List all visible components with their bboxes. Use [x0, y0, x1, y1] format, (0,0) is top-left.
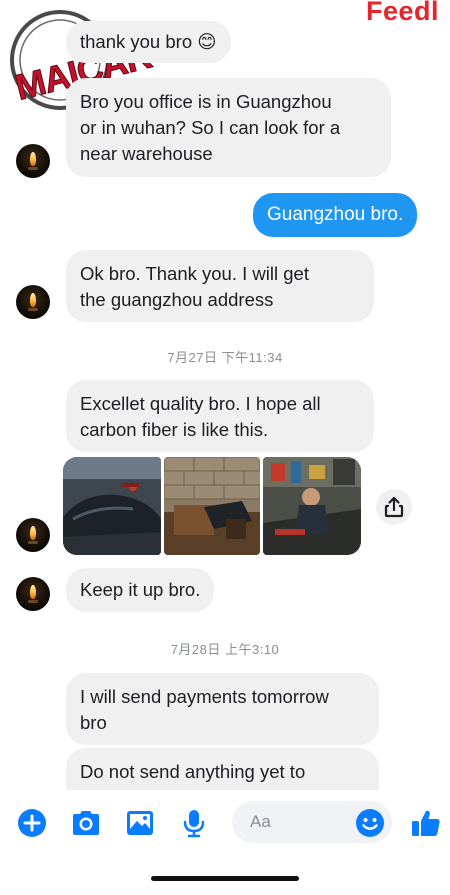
message-input-placeholder: Aa	[250, 812, 271, 831]
emoji-icon	[356, 809, 384, 837]
attached-photo[interactable]	[164, 457, 260, 555]
candle-flame-icon	[30, 526, 36, 540]
emoji-button[interactable]	[354, 807, 386, 839]
incoming-message[interactable]: Ok bro. Thank you. I will get the guangz…	[66, 250, 374, 322]
message-line: carbon fiber is like this.	[80, 419, 269, 440]
incoming-message[interactable]: thank you bro 😊	[66, 21, 231, 63]
message-line: Ok bro. Thank you. I will get	[80, 263, 309, 284]
incoming-message[interactable]: Keep it up bro.	[66, 568, 215, 612]
chat-thread[interactable]: MAICAR TUNING Feedl thank you bro 😊 Bro …	[0, 0, 450, 790]
message-text: Keep it up bro.	[80, 579, 201, 600]
message-text: thank you bro 😊	[80, 31, 217, 52]
attached-photo[interactable]	[263, 457, 361, 555]
feed-overlay-text: Feedl	[366, 0, 440, 26]
plus-icon	[18, 809, 46, 837]
microphone-icon	[183, 810, 205, 838]
candle-flame-icon	[30, 152, 36, 166]
contact-avatar[interactable]	[16, 144, 50, 178]
message-line: bro	[80, 712, 107, 733]
plus-button[interactable]	[16, 807, 48, 839]
voice-button[interactable]	[178, 807, 210, 839]
message-line: the guangzhou address	[80, 289, 274, 310]
message-line: or in wuhan? So I can look for a	[80, 117, 341, 138]
message-line: Bro you office is in Guangzhou	[80, 91, 332, 112]
incoming-message[interactable]: Bro you office is in Guangzhou or in wuh…	[66, 78, 391, 177]
timestamp: 7月27日 下午11:34	[167, 350, 283, 365]
share-button[interactable]	[376, 489, 412, 525]
gallery-button[interactable]	[124, 807, 156, 839]
message-line: Excellet quality bro. I hope all	[80, 393, 321, 414]
candle-flame-icon	[30, 585, 36, 599]
contact-avatar[interactable]	[16, 518, 50, 552]
contact-avatar[interactable]	[16, 577, 50, 611]
composer-toolbar: Aa	[0, 795, 450, 850]
message-line: I will send payments tomorrow	[80, 686, 329, 707]
image-icon	[127, 811, 153, 835]
incoming-message[interactable]: Excellet quality bro. I hope all carbon …	[66, 380, 374, 452]
contact-avatar[interactable]	[16, 285, 50, 319]
like-button[interactable]	[410, 807, 442, 839]
incoming-message[interactable]: I will send payments tomorrow bro	[66, 673, 379, 745]
camera-button[interactable]	[70, 807, 102, 839]
attached-photo[interactable]	[63, 457, 161, 555]
message-line: Do not send anything yet to	[80, 761, 306, 782]
home-indicator[interactable]	[151, 876, 299, 881]
timestamp: 7月28日 上午3:10	[170, 642, 280, 657]
message-line: near warehouse	[80, 143, 213, 164]
incoming-message[interactable]: Do not send anything yet to	[66, 748, 379, 790]
candle-flame-icon	[30, 293, 36, 307]
camera-icon	[73, 811, 99, 835]
thumbs-up-icon	[412, 810, 440, 836]
message-text: Guangzhou bro.	[267, 204, 404, 225]
share-icon	[384, 496, 404, 518]
outgoing-message[interactable]: Guangzhou bro.	[253, 193, 418, 237]
